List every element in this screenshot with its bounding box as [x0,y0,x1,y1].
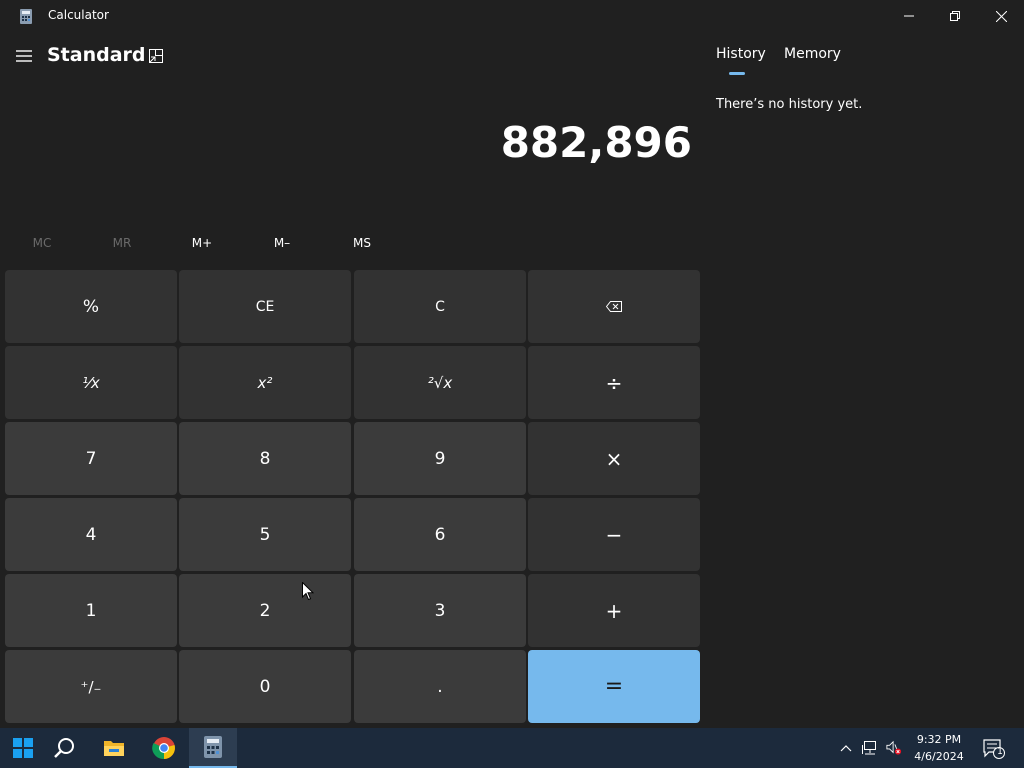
backspace-icon [606,301,622,312]
tab-memory[interactable]: Memory [784,46,841,62]
clock-date: 4/6/2024 [914,750,964,763]
tab-history[interactable]: History [716,46,766,62]
network-tray-button[interactable] [862,740,878,756]
minimize-icon [904,15,914,17]
backspace-button[interactable] [528,270,700,343]
percent-button[interactable]: % [5,270,177,343]
calculator-icon [20,9,32,24]
memory-clear-button[interactable]: MC [10,236,74,252]
result-display: 882,896 [500,118,692,167]
divide-button[interactable]: ÷ [528,346,700,419]
calculator-icon [204,736,222,758]
chevron-up-icon [840,745,852,752]
navigation-menu-button[interactable] [12,44,36,68]
memory-add-button[interactable]: M+ [170,236,234,252]
digit-4-button[interactable]: 4 [5,498,177,571]
mode-title: Standard [47,44,146,66]
memory-subtract-button[interactable]: M– [250,236,314,252]
search-taskbar-button[interactable] [41,728,87,768]
digit-2-button[interactable]: 2 [179,574,351,647]
negate-button[interactable]: ⁺/₋ [5,650,177,723]
digit-1-button[interactable]: 1 [5,574,177,647]
history-empty-message: There’s no history yet. [716,97,863,112]
digit-3-button[interactable]: 3 [354,574,526,647]
window-title: Calculator [48,8,109,22]
keep-on-top-button[interactable] [146,46,166,66]
minimize-button[interactable] [886,0,932,32]
restore-icon [950,11,960,21]
memory-recall-button[interactable]: MR [90,236,154,252]
clock-time: 9:32 PM [916,733,962,746]
digit-8-button[interactable]: 8 [179,422,351,495]
file-explorer-taskbar-button[interactable] [91,728,137,768]
close-icon [995,10,1007,22]
restore-button[interactable] [932,0,978,32]
subtract-button[interactable]: − [528,498,700,571]
chrome-icon [152,737,175,760]
volume-muted-icon [886,740,902,755]
clear-entry-button[interactable]: CE [179,270,351,343]
show-hidden-icons-button[interactable] [838,740,854,756]
windows-start-icon [13,738,33,758]
chrome-taskbar-button[interactable] [141,728,187,768]
reciprocal-button[interactable]: ¹⁄x [5,346,177,419]
title-bar [0,0,1024,32]
square-button[interactable]: x² [179,346,351,419]
active-tab-indicator [729,72,745,75]
network-icon [862,741,876,755]
notification-count-badge: 1 [997,747,1003,757]
digit-9-button[interactable]: 9 [354,422,526,495]
volume-tray-button[interactable] [886,740,902,756]
folder-icon [104,741,124,756]
close-button[interactable] [978,0,1024,32]
digit-6-button[interactable]: 6 [354,498,526,571]
start-button[interactable] [0,728,46,768]
hamburger-icon [16,50,32,62]
search-icon [54,738,74,758]
digit-0-button[interactable]: 0 [179,650,351,723]
digit-7-button[interactable]: 7 [5,422,177,495]
clear-button[interactable]: C [354,270,526,343]
keep-on-top-icon [149,49,163,63]
calculator-taskbar-button[interactable] [189,728,237,768]
multiply-button[interactable]: × [528,422,700,495]
memory-store-button[interactable]: MS [330,236,394,252]
square-root-button[interactable]: ²√x [354,346,526,419]
mouse-cursor-icon [302,581,315,605]
add-button[interactable]: + [528,574,700,647]
equals-button[interactable]: = [528,650,700,723]
taskbar-clock[interactable]: 9:32 PM 4/6/2024 [908,731,970,765]
decimal-button[interactable]: . [354,650,526,723]
digit-5-button[interactable]: 5 [179,498,351,571]
